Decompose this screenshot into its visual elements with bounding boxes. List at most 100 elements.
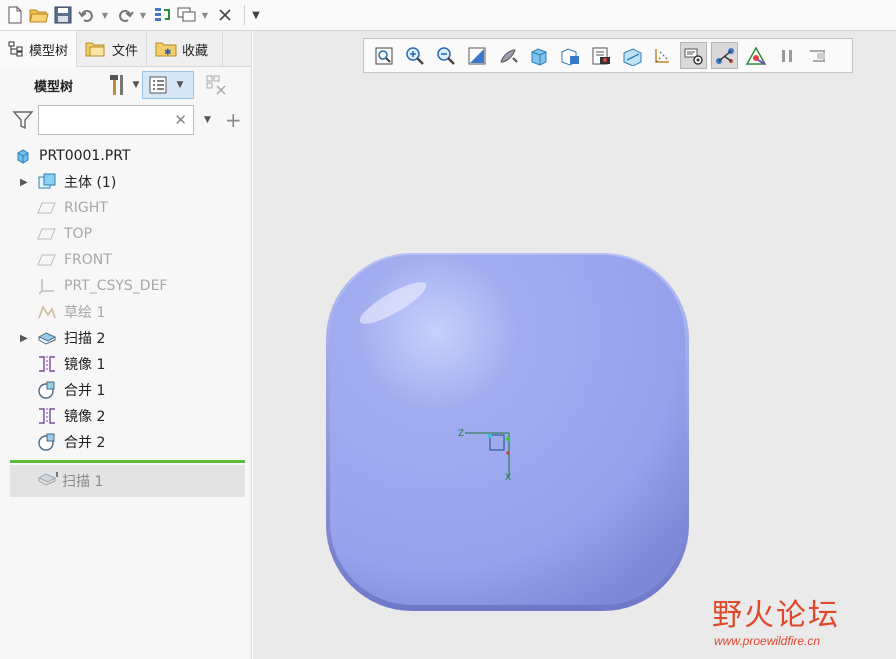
tree-item-label: 镜像 2 — [64, 409, 106, 425]
clear-search-icon[interactable]: ✕ — [174, 111, 187, 129]
display-style-icon[interactable] — [494, 42, 521, 69]
model-tree: PRT0001.PRT ▶ 主体 (1) RIGHT TOP FRONT PRT… — [0, 143, 251, 455]
pause-icon[interactable] — [773, 42, 800, 69]
tree-item-mirror-1[interactable]: 镜像 1 — [0, 351, 251, 377]
creo-window: ▼ ▼ ▼ ▼ 模型树 文件 ✱ 收藏 模型树 ▼ ▼ ✕ ▼ + PRT000… — [0, 0, 896, 659]
datum-plane-icon — [37, 224, 57, 244]
forum-watermark: 野火论坛 www.proewildfire.cn — [710, 590, 880, 652]
expand-arrow-icon[interactable]: ▶ — [20, 333, 30, 344]
favorites-icon: ✱ — [155, 42, 177, 58]
sweep-icon — [37, 471, 59, 491]
columns-hidden-icon — [206, 75, 226, 95]
tab-favorites-label: 收藏 — [182, 43, 209, 59]
tree-item-mirror-2[interactable]: 镜像 2 — [0, 403, 251, 429]
windows-icon[interactable] — [176, 4, 198, 26]
tree-item-top-plane[interactable]: TOP — [0, 221, 251, 247]
tree-item-sweep-1-suppressed[interactable]: 扫描 1 — [10, 465, 245, 497]
search-dropdown-icon[interactable]: ▼ — [204, 115, 211, 125]
tree-item-merge-1[interactable]: 合并 1 — [0, 377, 251, 403]
perspective-icon[interactable] — [742, 42, 769, 69]
add-filter-icon[interactable]: + — [225, 108, 242, 132]
appearance-gallery-icon[interactable] — [587, 42, 614, 69]
merge-icon — [37, 380, 57, 400]
tree-item-sweep[interactable]: ▶ 扫描 2 — [0, 325, 251, 351]
filter-icon[interactable] — [12, 110, 34, 130]
svg-text:X: X — [505, 473, 511, 483]
datum-display-filters-icon[interactable] — [649, 42, 676, 69]
tab-favorites[interactable]: ✱ 收藏 — [147, 31, 224, 67]
tree-item-body[interactable]: ▶ 主体 (1) — [0, 169, 251, 195]
tree-item-label: 扫描 2 — [64, 331, 106, 347]
section-icon[interactable] — [618, 42, 645, 69]
navigator-tabs: 模型树 文件 ✱ 收藏 — [0, 31, 251, 67]
customize-toolbar-icon[interactable]: ▼ — [251, 4, 261, 26]
quick-access-toolbar: ▼ ▼ ▼ ▼ — [0, 0, 896, 31]
zoom-in-icon[interactable] — [401, 42, 428, 69]
datum-plane-icon — [37, 250, 57, 270]
graphics-toolbar — [363, 38, 853, 73]
watermark-logo-text: 野火论坛 — [712, 598, 840, 633]
repaint-icon[interactable] — [463, 42, 490, 69]
tree-item-csys[interactable]: PRT_CSYS_DEF — [0, 273, 251, 299]
redo-icon[interactable] — [114, 4, 136, 26]
tree-search-input[interactable]: ✕ — [38, 105, 194, 135]
hammer-wrench-icon — [110, 75, 123, 95]
tree-item-front-plane[interactable]: FRONT — [0, 247, 251, 273]
svg-text:Z: Z — [458, 429, 464, 439]
mirror-icon — [37, 406, 57, 426]
tree-item-label: 扫描 1 — [62, 474, 104, 490]
saved-views-icon[interactable] — [525, 42, 552, 69]
svg-text:✱: ✱ — [164, 48, 172, 58]
regenerate-icon[interactable] — [152, 4, 174, 26]
tree-item-part[interactable]: PRT0001.PRT — [0, 143, 251, 169]
show-options-dropdown-icon: ▼ — [176, 80, 184, 90]
tree-item-label: 草绘 1 — [64, 305, 106, 321]
body-icon — [37, 172, 57, 192]
tree-filter-row: ✕ ▼ + — [0, 103, 251, 137]
windows-dropdown-icon[interactable]: ▼ — [200, 4, 210, 26]
new-file-icon[interactable] — [4, 4, 26, 26]
part-icon — [13, 146, 33, 166]
tree-item-label: PRT0001.PRT — [39, 148, 131, 164]
tree-item-label: 合并 2 — [64, 435, 106, 451]
refit-icon[interactable] — [370, 42, 397, 69]
show-options-button[interactable]: ▼ — [142, 71, 194, 99]
tab-files[interactable]: 文件 — [77, 31, 148, 67]
model-tree-header: 模型树 ▼ ▼ — [0, 67, 251, 103]
column-display-button[interactable] — [204, 71, 230, 99]
undo-icon[interactable] — [76, 4, 98, 26]
redo-last-icon[interactable] — [804, 42, 831, 69]
view-manager-icon[interactable] — [556, 42, 583, 69]
tree-item-label: RIGHT — [64, 200, 108, 216]
redo-dropdown-icon[interactable]: ▼ — [138, 4, 148, 26]
part-viewport: Z X — [326, 253, 689, 611]
open-folder-icon[interactable] — [28, 4, 50, 26]
tree-item-label: FRONT — [64, 252, 112, 268]
tab-files-label: 文件 — [112, 43, 139, 59]
tree-item-label: TOP — [64, 226, 93, 242]
close-window-icon[interactable] — [214, 4, 236, 26]
tab-model-tree[interactable]: 模型树 — [0, 31, 78, 67]
expand-arrow-icon[interactable]: ▶ — [20, 177, 30, 188]
list-icon — [149, 76, 167, 94]
folder-browser-icon — [85, 42, 105, 57]
tree-item-label: 镜像 1 — [64, 357, 106, 373]
undo-dropdown-icon[interactable]: ▼ — [100, 4, 110, 26]
watermark-url: www.proewildfire.cn — [714, 634, 821, 648]
tree-item-sketch[interactable]: 草绘 1 — [0, 299, 251, 325]
spin-center-icon[interactable] — [711, 42, 738, 69]
save-icon[interactable] — [52, 4, 74, 26]
tree-item-label: 主体 (1) — [64, 175, 117, 191]
tree-settings-button[interactable] — [104, 71, 130, 99]
tree-item-merge-2[interactable]: 合并 2 — [0, 429, 251, 455]
zoom-out-icon[interactable] — [432, 42, 459, 69]
mirror-icon — [37, 354, 57, 374]
annotation-display-icon[interactable] — [680, 42, 707, 69]
model-tree-icon — [8, 41, 23, 57]
graphics-window[interactable]: Z X — [253, 31, 896, 659]
model-tree-title: 模型树 — [34, 79, 74, 95]
insert-here-indicator[interactable] — [10, 460, 245, 463]
tree-settings-dropdown-icon[interactable]: ▼ — [130, 80, 142, 90]
tree-item-right-plane[interactable]: RIGHT — [0, 195, 251, 221]
tree-item-label: 合并 1 — [64, 383, 106, 399]
